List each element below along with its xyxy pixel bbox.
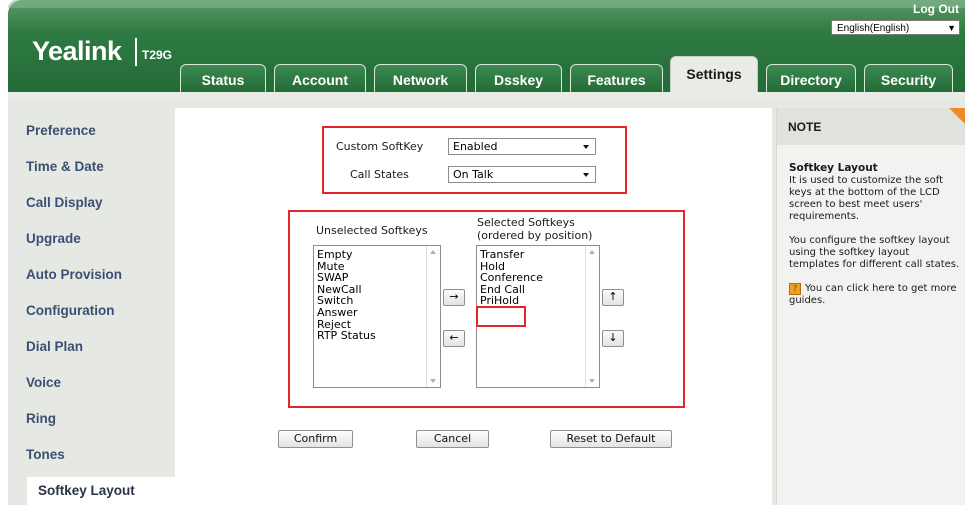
list-item[interactable]: Transfer [480,249,599,261]
custom-softkey-select[interactable]: Enabled [448,138,596,155]
reset-to-default-button[interactable]: Reset to Default [550,430,672,448]
move-up-button[interactable]: ↑ [602,289,624,306]
tab-status[interactable]: Status [180,64,266,92]
note-title: Softkey Layout [789,162,878,174]
list-item[interactable]: Empty [317,249,440,261]
language-select[interactable]: English(English) ▼ [831,20,960,35]
page: Yealink T29G Log Out English(English) ▼ … [0,0,965,505]
scroll-down-icon [430,379,436,383]
sidebar-item-time-date[interactable]: Time & Date [26,153,104,181]
sidebar-item-preference[interactable]: Preference [26,117,96,145]
note-text-1: It is used to customize the soft keys at… [789,175,944,222]
model-label: T29G [142,48,173,62]
sidebar-item-auto-provision[interactable]: Auto Provision [26,261,122,289]
confirm-button[interactable]: Confirm [278,430,353,448]
tab-features[interactable]: Features [570,64,663,92]
scroll-up-icon [430,250,436,254]
note-heading: NOTE [788,120,822,134]
logout-link[interactable]: Log Out [913,2,959,16]
sidebar-item-configuration[interactable]: Configuration [26,297,114,325]
tab-account[interactable]: Account [274,64,366,92]
call-states-value: On Talk [453,168,494,181]
note-body: Softkey Layout It is used to customize t… [789,162,961,319]
move-down-button[interactable]: ↓ [602,330,624,347]
tab-security[interactable]: Security [864,64,953,92]
cancel-button[interactable]: Cancel [416,430,489,448]
selected-list-scrollbar[interactable] [585,246,599,387]
call-states-select[interactable]: On Talk [448,166,596,183]
logo-divider [135,38,137,66]
note-text-2: You configure the softkey layout using t… [789,235,960,270]
note-header: NOTE [777,108,965,145]
help-book-icon: ? [789,283,801,295]
unselected-softkeys-title: Unselected Softkeys [316,224,428,237]
yealink-logo: Yealink [32,36,122,66]
sidebar-item-dial-plan[interactable]: Dial Plan [26,333,83,361]
note-corner-icon [949,108,965,125]
scroll-up-icon [589,250,595,254]
tab-settings[interactable]: Settings [670,56,758,93]
language-value: English(English) [837,23,910,34]
chevron-down-icon: ▼ [947,23,956,33]
highlight-box-settings [322,126,627,194]
selected-softkeys-title: Selected Softkeys [477,216,575,229]
tab-dsskey[interactable]: Dsskey [475,64,562,92]
scroll-down-icon [589,379,595,383]
caret-down-icon [583,145,589,149]
unselected-list-scrollbar[interactable] [426,246,440,387]
move-right-button[interactable]: → [443,289,465,306]
selected-softkeys-subtitle: (ordered by position) [477,229,593,242]
custom-softkey-value: Enabled [453,140,498,153]
note-panel: NOTE Softkey Layout It is used to custom… [776,108,965,505]
sidebar-item-ring[interactable]: Ring [26,405,56,433]
sidebar-item-softkey-layout[interactable]: Softkey Layout [27,477,175,505]
call-states-label: Call States [350,168,409,181]
sidebar-item-tones[interactable]: Tones [26,441,65,469]
sidebar-item-upgrade[interactable]: Upgrade [26,225,81,253]
unselected-softkeys-list[interactable]: Empty Mute SWAP NewCall Switch Answer Re… [313,245,441,388]
sidebar-item-voice[interactable]: Voice [26,369,61,397]
highlight-box-prihold [476,306,526,327]
tab-network[interactable]: Network [374,64,467,92]
move-left-button[interactable]: ← [443,330,465,347]
tab-directory[interactable]: Directory [766,64,856,92]
note-text-3: You can click here to get more guides. [789,283,957,306]
note-help-link[interactable]: ? You can click here to get more guides. [789,283,961,307]
custom-softkey-label: Custom SoftKey [336,140,424,153]
list-item[interactable]: Answer [317,307,440,319]
list-item[interactable]: RTP Status [317,330,440,342]
caret-down-icon [583,173,589,177]
sidebar-item-call-display[interactable]: Call Display [26,189,103,217]
